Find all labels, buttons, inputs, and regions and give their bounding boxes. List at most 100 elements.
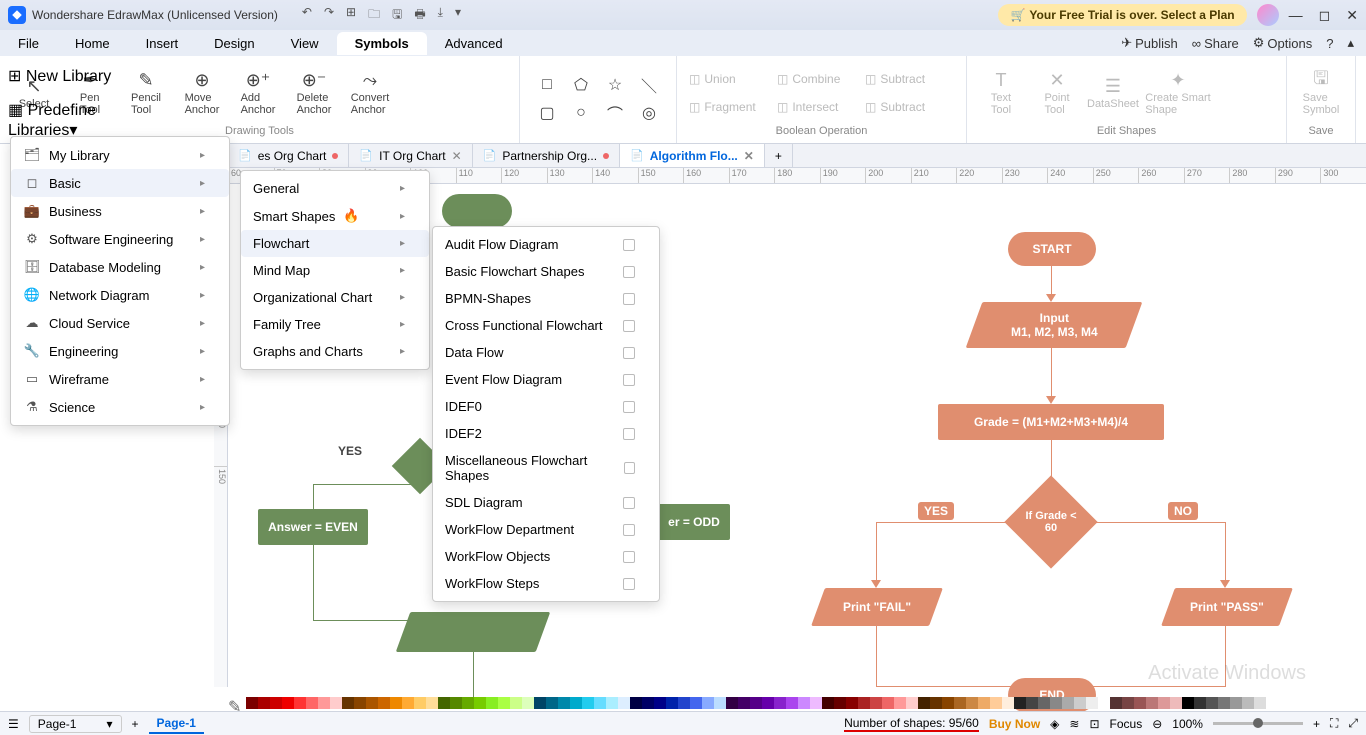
lib-menu-item[interactable]: ⚙Software Engineering▸ (11, 225, 229, 253)
lib-menu-item[interactable]: 🌐Network Diagram▸ (11, 281, 229, 309)
lib-menu-item[interactable]: ▭Wireframe▸ (11, 365, 229, 393)
color-swatch[interactable] (258, 697, 270, 709)
color-swatch[interactable] (1146, 697, 1158, 709)
color-swatch[interactable] (762, 697, 774, 709)
sub-menu-item[interactable]: Organizational Chart▸ (241, 284, 429, 311)
buy-now-link[interactable]: Buy Now (989, 717, 1040, 731)
color-swatch[interactable] (606, 697, 618, 709)
color-swatch[interactable] (906, 697, 918, 709)
page-selector[interactable]: Page-1▾ (29, 715, 122, 733)
color-swatch[interactable] (558, 697, 570, 709)
color-swatch[interactable] (1254, 697, 1266, 709)
flow-menu-item[interactable]: WorkFlow Objects (433, 543, 659, 570)
color-swatch[interactable] (402, 697, 414, 709)
color-swatch[interactable] (246, 697, 258, 709)
start-terminal[interactable]: START (1008, 232, 1096, 266)
flow-menu-item[interactable]: WorkFlow Department (433, 516, 659, 543)
color-swatch[interactable] (1098, 697, 1110, 709)
layers-icon[interactable]: ≋ (1069, 717, 1079, 731)
subtract2-button[interactable]: ◫ Subtract (861, 94, 947, 120)
color-swatch[interactable] (978, 697, 990, 709)
input-shape[interactable]: Input M1, M2, M3, M4 (966, 302, 1143, 348)
convert-anchor-tool[interactable]: ⤳Convert Anchor (344, 70, 396, 116)
color-swatch[interactable] (354, 697, 366, 709)
color-swatch[interactable] (510, 697, 522, 709)
flowchart-io[interactable] (396, 612, 551, 652)
combine-button[interactable]: ◫ Combine (773, 66, 859, 92)
color-swatch[interactable] (954, 697, 966, 709)
color-swatch[interactable] (1038, 697, 1050, 709)
color-swatch[interactable] (1134, 697, 1146, 709)
flow-menu-item[interactable]: Basic Flowchart Shapes (433, 258, 659, 285)
fullscreen-icon[interactable]: ⤢ (1348, 716, 1358, 731)
sub-menu-item[interactable]: Family Tree▸ (241, 311, 429, 338)
fragment-button[interactable]: ◫ Fragment (685, 94, 771, 120)
color-swatch[interactable] (1062, 697, 1074, 709)
flow-menu-item[interactable]: IDEF0 (433, 393, 659, 420)
color-swatch[interactable] (570, 697, 582, 709)
color-swatch[interactable] (882, 697, 894, 709)
lib-menu-item[interactable]: 🗂My Library▸ (11, 141, 229, 169)
menu-tab-design[interactable]: Design (196, 32, 272, 55)
minimize-button[interactable]: — (1289, 7, 1303, 24)
color-swatch[interactable] (618, 697, 630, 709)
color-swatch[interactable] (726, 697, 738, 709)
flow-menu-item[interactable]: BPMN-Shapes (433, 285, 659, 312)
trial-banner[interactable]: 🛒 Your Free Trial is over. Select a Plan (998, 4, 1246, 26)
subtract-button[interactable]: ◫ Subtract (861, 66, 947, 92)
color-swatch[interactable] (318, 697, 330, 709)
print-icon[interactable]: 🖶 (414, 5, 425, 26)
doc-tab[interactable]: 📄Algorithm Flo...✕ (620, 144, 765, 167)
color-swatch[interactable] (774, 697, 786, 709)
doc-tab[interactable]: 📄IT Org Chart✕ (349, 144, 472, 167)
lib-menu-item[interactable]: ⚗Science▸ (11, 393, 229, 421)
color-swatch[interactable] (1122, 697, 1134, 709)
color-swatch[interactable] (942, 697, 954, 709)
menu-tab-insert[interactable]: Insert (128, 32, 197, 55)
move-anchor-tool[interactable]: ⊕Move Anchor (176, 70, 228, 116)
color-swatch[interactable] (582, 697, 594, 709)
share-button[interactable]: ∞ Share (1192, 35, 1239, 51)
undo-icon[interactable]: ↶ (302, 5, 312, 26)
color-swatch[interactable] (894, 697, 906, 709)
color-swatch[interactable] (522, 697, 534, 709)
menu-tab-view[interactable]: View (273, 32, 337, 55)
color-swatch[interactable] (330, 697, 342, 709)
zoom-in-button[interactable]: + (1313, 717, 1320, 731)
publish-button[interactable]: ✈ Publish (1121, 35, 1178, 51)
open-icon[interactable]: 🗀 (368, 5, 380, 26)
color-swatch[interactable] (390, 697, 402, 709)
color-swatch[interactable] (1110, 697, 1122, 709)
grade-process[interactable]: Grade = (M1+M2+M3+M4)/4 (938, 404, 1164, 440)
text-tool[interactable]: TText Tool (975, 70, 1027, 116)
color-swatch[interactable] (270, 697, 282, 709)
flow-menu-item[interactable]: Cross Functional Flowchart (433, 312, 659, 339)
lib-menu-item[interactable]: ☁Cloud Service▸ (11, 309, 229, 337)
datasheet-tool[interactable]: ☰DataSheet (1087, 76, 1139, 110)
color-swatch[interactable] (426, 697, 438, 709)
pentagon-shape-icon[interactable]: ⬠ (566, 73, 596, 97)
sub-menu-item[interactable]: Smart Shapes 🔥▸ (241, 202, 429, 230)
union-button[interactable]: ◫ Union (685, 66, 771, 92)
answer-even-box[interactable]: Answer = EVEN (258, 509, 368, 545)
color-swatch[interactable] (534, 697, 546, 709)
page-tab[interactable]: Page-1 (149, 714, 204, 734)
flow-menu-item[interactable]: SDL Diagram (433, 489, 659, 516)
color-swatch[interactable] (438, 697, 450, 709)
doc-tab[interactable]: 📄Partnership Org... (473, 144, 620, 167)
color-swatch[interactable] (594, 697, 606, 709)
color-swatch[interactable] (690, 697, 702, 709)
color-swatch[interactable] (462, 697, 474, 709)
color-swatch[interactable] (822, 697, 834, 709)
color-swatch[interactable] (858, 697, 870, 709)
more-icon[interactable]: ▾ (455, 5, 461, 26)
sub-menu-item[interactable]: Flowchart▸ (241, 230, 429, 257)
menu-tab-symbols[interactable]: Symbols (337, 32, 427, 55)
color-swatch[interactable] (1086, 697, 1098, 709)
avatar[interactable] (1257, 4, 1279, 26)
redo-icon[interactable]: ↷ (324, 5, 334, 26)
spiral-shape-icon[interactable]: ◎ (634, 101, 664, 125)
intersect-button[interactable]: ◫ Intersect (773, 94, 859, 120)
maximize-button[interactable]: ◻ (1319, 7, 1331, 24)
lib-menu-item[interactable]: 🔧Engineering▸ (11, 337, 229, 365)
